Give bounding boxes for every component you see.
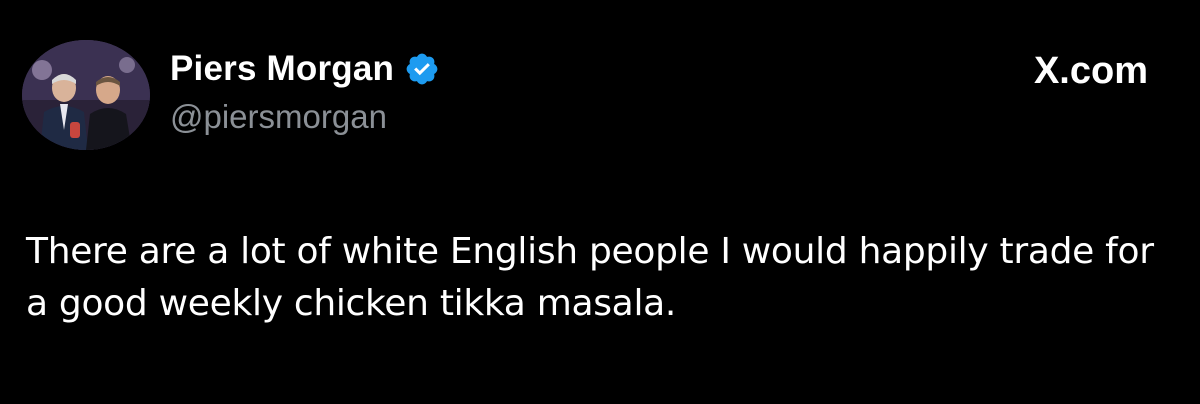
author-name-row: Piers Morgan (170, 46, 440, 92)
author-name[interactable]: Piers Morgan (170, 49, 394, 89)
avatar-photo (22, 40, 150, 150)
site-label: X.com (1033, 49, 1148, 92)
tweet-card: Piers Morgan @piersmorgan X.com There ar… (0, 0, 1200, 404)
site-logo: X.com (1034, 48, 1148, 94)
tweet-text: There are a lot of white English people … (26, 231, 1154, 324)
verified-badge-icon (404, 51, 440, 87)
avatar[interactable] (22, 40, 150, 150)
author-handle[interactable]: @piersmorgan (170, 98, 387, 136)
